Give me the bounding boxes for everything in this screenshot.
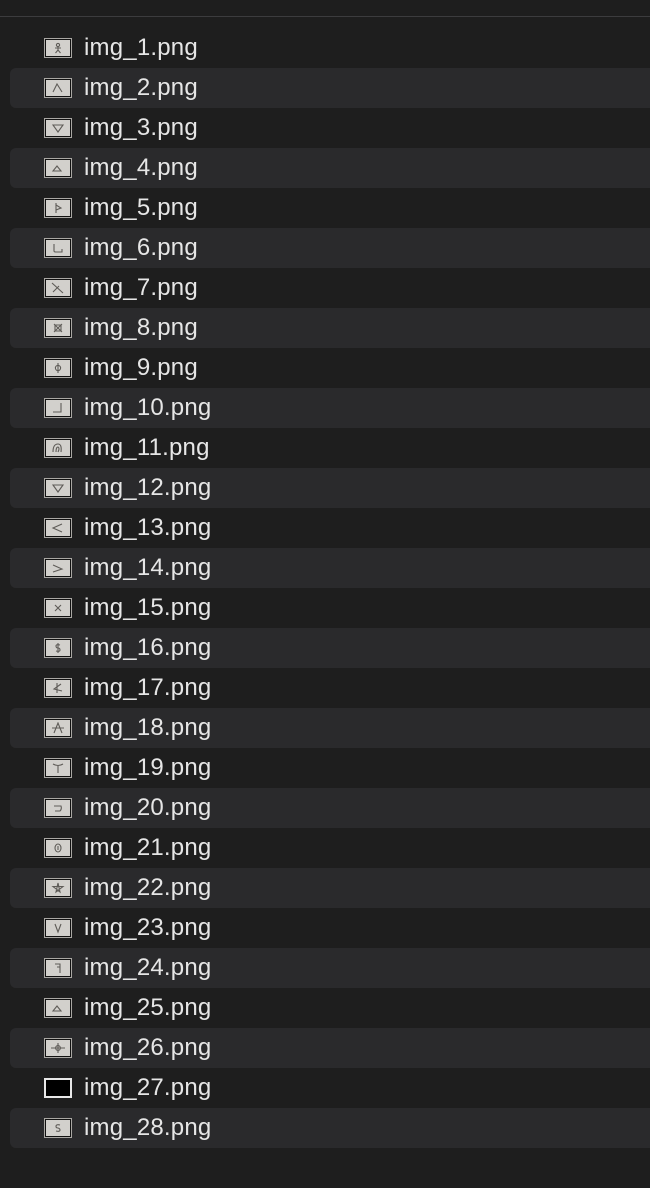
s-shape-icon xyxy=(44,1118,72,1138)
file-row-img-21[interactable]: img_21.png xyxy=(0,828,650,868)
file-name: img_24.png xyxy=(84,954,212,981)
v-shape-icon xyxy=(44,918,72,938)
hook-down-icon xyxy=(44,958,72,978)
file-row-img-24[interactable]: img_24.png xyxy=(0,948,650,988)
file-name: img_13.png xyxy=(84,514,212,541)
file-name: img_1.png xyxy=(84,34,198,61)
cross-angle-icon xyxy=(44,278,72,298)
file-row-img-19[interactable]: img_19.png xyxy=(0,748,650,788)
file-row-img-16[interactable]: img_16.png xyxy=(0,628,650,668)
file-row-img-6[interactable]: img_6.png xyxy=(0,228,650,268)
file-row-img-4[interactable]: img_4.png xyxy=(0,148,650,188)
hook-icon xyxy=(44,798,72,818)
file-row-img-20[interactable]: img_20.png xyxy=(0,788,650,828)
file-name: img_7.png xyxy=(84,274,198,301)
file-name: img_20.png xyxy=(84,794,212,821)
file-name: img_27.png xyxy=(84,1074,212,1101)
star-icon xyxy=(44,878,72,898)
file-row-img-28[interactable]: img_28.png xyxy=(0,1108,650,1148)
file-name: img_6.png xyxy=(84,234,198,261)
file-name: img_8.png xyxy=(84,314,198,341)
file-list: img_1.png img_2.png img_3.png img_4.png … xyxy=(0,28,650,1148)
file-row-img-14[interactable]: img_14.png xyxy=(0,548,650,588)
file-row-img-3[interactable]: img_3.png xyxy=(0,108,650,148)
file-name: img_12.png xyxy=(84,474,212,501)
mound-icon xyxy=(44,158,72,178)
y-shape-icon xyxy=(44,758,72,778)
file-name: img_5.png xyxy=(84,194,198,221)
file-name: img_28.png xyxy=(84,1114,212,1141)
file-name: img_15.png xyxy=(84,594,212,621)
phi-icon xyxy=(44,358,72,378)
flag-icon xyxy=(44,198,72,218)
top-divider xyxy=(0,16,650,17)
crosshair-icon xyxy=(44,1038,72,1058)
loop-icon xyxy=(44,438,72,458)
file-row-img-23[interactable]: img_23.png xyxy=(0,908,650,948)
file-row-img-15[interactable]: img_15.png xyxy=(0,588,650,628)
file-row-img-11[interactable]: img_11.png xyxy=(0,428,650,468)
mound-icon xyxy=(44,998,72,1018)
file-name: img_23.png xyxy=(84,914,212,941)
stick-figure-icon xyxy=(44,38,72,58)
file-name: img_22.png xyxy=(84,874,212,901)
file-row-img-13[interactable]: img_13.png xyxy=(0,508,650,548)
file-row-img-5[interactable]: img_5.png xyxy=(0,188,650,228)
corner-icon xyxy=(44,398,72,418)
file-name: img_3.png xyxy=(84,114,198,141)
file-name: img_18.png xyxy=(84,714,212,741)
less-than-icon xyxy=(44,518,72,538)
oval-icon xyxy=(44,838,72,858)
file-row-img-25[interactable]: img_25.png xyxy=(0,988,650,1028)
k-shape-icon xyxy=(44,678,72,698)
file-row-img-18[interactable]: img_18.png xyxy=(0,708,650,748)
step-line-icon xyxy=(44,238,72,258)
greater-than-icon xyxy=(44,558,72,578)
file-name: img_4.png xyxy=(84,154,198,181)
a-frame-icon xyxy=(44,718,72,738)
file-name: img_14.png xyxy=(84,554,212,581)
file-row-img-7[interactable]: img_7.png xyxy=(0,268,650,308)
file-name: img_26.png xyxy=(84,1034,212,1061)
arch-icon xyxy=(44,78,72,98)
down-triangle-icon xyxy=(44,478,72,498)
file-row-img-22[interactable]: img_22.png xyxy=(0,868,650,908)
file-row-img-12[interactable]: img_12.png xyxy=(0,468,650,508)
file-row-img-26[interactable]: img_26.png xyxy=(0,1028,650,1068)
file-name: img_16.png xyxy=(84,634,212,661)
down-triangle-icon xyxy=(44,118,72,138)
file-name: img_2.png xyxy=(84,74,198,101)
dollar-icon xyxy=(44,638,72,658)
file-name: img_21.png xyxy=(84,834,212,861)
x-mark-icon xyxy=(44,598,72,618)
file-row-img-27[interactable]: img_27.png xyxy=(0,1068,650,1108)
file-name: img_25.png xyxy=(84,994,212,1021)
file-name: img_9.png xyxy=(84,354,198,381)
file-name: img_11.png xyxy=(84,434,210,461)
file-row-img-9[interactable]: img_9.png xyxy=(0,348,650,388)
file-name: img_17.png xyxy=(84,674,212,701)
file-row-img-8[interactable]: img_8.png xyxy=(0,308,650,348)
file-name: img_19.png xyxy=(84,754,212,781)
crossed-box-icon xyxy=(44,318,72,338)
file-name: img_10.png xyxy=(84,394,212,421)
black-image-icon xyxy=(44,1078,72,1098)
file-row-img-17[interactable]: img_17.png xyxy=(0,668,650,708)
file-row-img-1[interactable]: img_1.png xyxy=(0,28,650,68)
file-row-img-2[interactable]: img_2.png xyxy=(0,68,650,108)
file-row-img-10[interactable]: img_10.png xyxy=(0,388,650,428)
